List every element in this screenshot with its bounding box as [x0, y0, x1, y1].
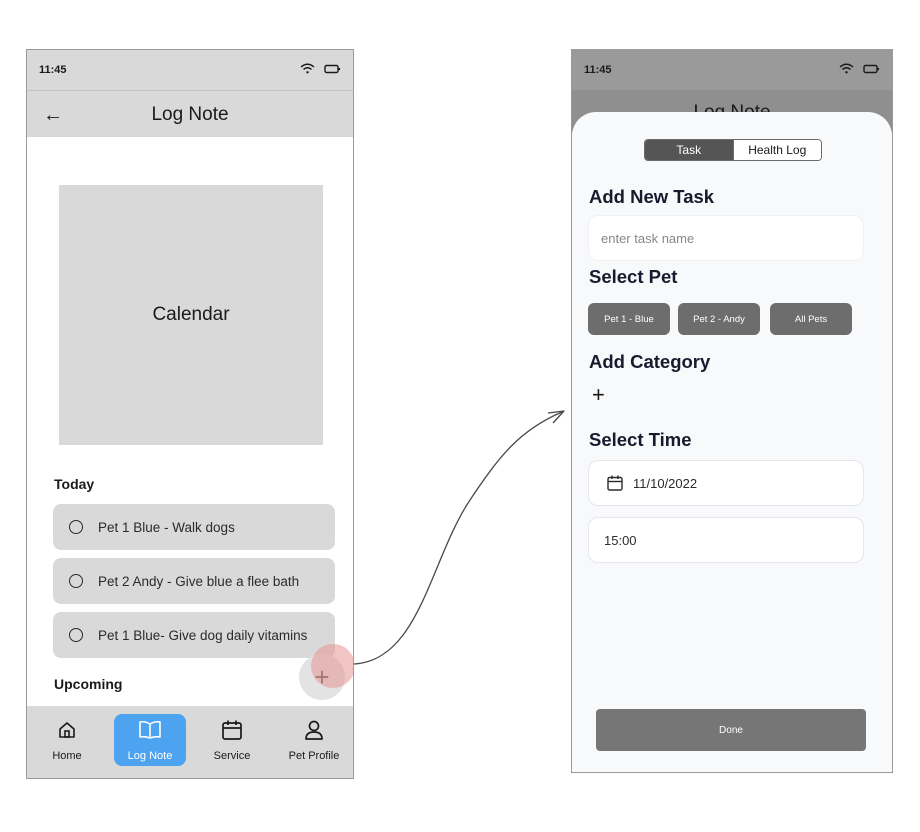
date-value: 11/10/2022 — [633, 475, 698, 491]
done-button[interactable]: Done — [596, 709, 866, 751]
app-bar: ← Log Note — [27, 90, 353, 137]
calendar-icon — [202, 716, 262, 744]
nav-home[interactable]: Home — [37, 716, 97, 762]
task-checkbox[interactable] — [69, 628, 83, 642]
nav-log-note-label: Log Note — [127, 750, 173, 762]
nav-pet-profile[interactable]: Pet Profile — [283, 716, 345, 762]
segmented-control: Task Health Log — [644, 139, 822, 161]
status-time: 11:45 — [39, 64, 67, 76]
task-label: Pet 1 Blue- Give dog daily vitamins — [98, 627, 308, 643]
nav-service[interactable]: Service — [202, 716, 262, 762]
task-checkbox[interactable] — [69, 574, 83, 588]
task-item[interactable]: Pet 1 Blue - Walk dogs — [53, 504, 335, 550]
add-task-heading: Add New Task — [589, 186, 715, 207]
task-name-placeholder: enter task name — [601, 230, 695, 246]
task-name-input[interactable]: enter task name — [588, 215, 864, 261]
time-value: 15:00 — [604, 532, 637, 548]
page-title: Log Note — [151, 104, 229, 125]
select-time-heading: Select Time — [589, 429, 692, 450]
add-task-screen: 11:45 ← Log Note Task Health Log Add New… — [571, 49, 893, 773]
tab-task[interactable]: Task — [645, 140, 733, 160]
user-icon — [283, 716, 345, 744]
wifi-icon — [839, 63, 854, 77]
log-note-screen: 11:45 ← Log Note Calendar Today Pet 1 Bl… — [26, 49, 354, 779]
pet-chip-blue[interactable]: Pet 1 - Blue — [588, 303, 670, 335]
upcoming-heading: Upcoming — [54, 676, 123, 692]
nav-log-note[interactable]: Log Note — [114, 714, 186, 766]
status-time: 11:45 — [584, 64, 612, 76]
task-label: Pet 2 Andy - Give blue a flee bath — [98, 573, 300, 589]
pet-chip-andy[interactable]: Pet 2 - Andy — [678, 303, 760, 335]
task-label: Pet 1 Blue - Walk dogs — [98, 519, 235, 535]
book-icon — [114, 716, 186, 744]
tab-health-log[interactable]: Health Log — [732, 140, 821, 160]
select-pet-heading: Select Pet — [589, 266, 678, 287]
task-checkbox[interactable] — [69, 520, 83, 534]
today-heading: Today — [54, 476, 95, 492]
battery-icon — [863, 64, 880, 77]
add-category-plus-icon[interactable]: + — [592, 382, 605, 408]
battery-icon — [324, 64, 341, 77]
task-item[interactable]: Pet 2 Andy - Give blue a flee bath — [53, 558, 335, 604]
nav-service-label: Service — [213, 750, 251, 762]
pet-chip-all[interactable]: All Pets — [770, 303, 852, 335]
calendar-icon — [607, 475, 623, 491]
status-bar: 11:45 — [27, 50, 353, 90]
home-icon — [37, 716, 97, 744]
bottom-sheet: Task Health Log Add New Task enter task … — [572, 112, 892, 772]
date-field[interactable]: 11/10/2022 — [588, 460, 864, 506]
bottom-nav: Home Log Note Service Pet Profile — [27, 706, 353, 778]
calendar-placeholder[interactable]: Calendar — [59, 185, 323, 445]
nav-pet-profile-label: Pet Profile — [288, 750, 340, 762]
calendar-label: Calendar — [152, 304, 230, 325]
task-item[interactable]: Pet 1 Blue- Give dog daily vitamins — [53, 612, 335, 658]
status-bar: 11:45 — [572, 50, 892, 90]
nav-home-label: Home — [52, 750, 82, 762]
tap-indicator — [311, 644, 353, 688]
time-field[interactable]: 15:00 — [588, 517, 864, 563]
add-category-heading: Add Category — [589, 351, 711, 372]
wifi-icon — [300, 63, 315, 77]
